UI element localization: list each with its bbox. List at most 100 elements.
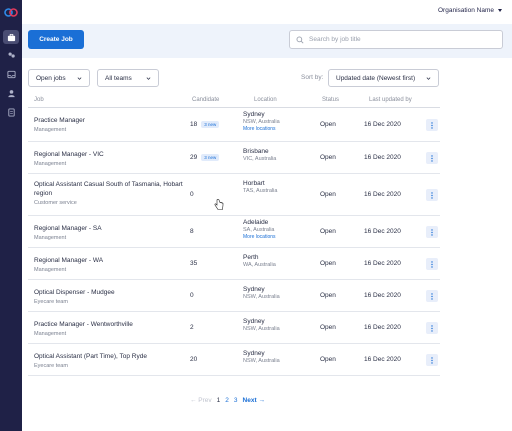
table-row[interactable]: Optical Assistant Casual South of Tasman… xyxy=(28,174,440,216)
pagination: ← Prev 1 2 3 Next → xyxy=(190,397,265,404)
table-row[interactable]: Optical Assistant (Part Time), Top Ryde … xyxy=(28,344,440,376)
job-team: Management xyxy=(34,267,67,273)
candidate-count[interactable]: 2 xyxy=(190,324,194,331)
job-cell: Regional Manager - VIC Management xyxy=(34,150,184,167)
job-title-link[interactable]: Practice Manager xyxy=(34,116,184,125)
candidate-cell: 0 xyxy=(190,191,194,198)
sidebar-item-people[interactable] xyxy=(3,48,19,62)
location-cell: Adelaide SA, Australia More locations xyxy=(243,219,313,240)
status-filter-dropdown[interactable]: Open jobs xyxy=(28,69,90,87)
location-city: Sydney xyxy=(243,286,265,293)
search-box[interactable] xyxy=(289,30,503,49)
row-actions-button[interactable] xyxy=(426,258,438,270)
candidate-count[interactable]: 8 xyxy=(190,228,194,235)
more-locations-link[interactable]: More locations xyxy=(243,234,313,240)
table-row[interactable]: Practice Manager - Wentworthville Manage… xyxy=(28,312,440,344)
row-actions-button[interactable] xyxy=(426,152,438,164)
briefcase-icon xyxy=(7,33,15,41)
job-cell: Optical Assistant (Part Time), Top Ryde … xyxy=(34,352,184,369)
location-cell: Sydney NSW, Australia More locations xyxy=(243,111,313,132)
header-job: Job xyxy=(34,97,44,103)
next-page-link[interactable]: Next → xyxy=(243,397,265,404)
candidate-count[interactable]: 29 xyxy=(190,154,197,161)
row-actions-button[interactable] xyxy=(426,226,438,238)
sort-dropdown[interactable]: Updated date (Newest first) xyxy=(328,69,439,87)
table-row[interactable]: Optical Dispenser - Mudgee Eyecare team … xyxy=(28,280,440,312)
candidate-cell: 35 xyxy=(190,260,197,267)
kebab-menu-icon xyxy=(431,292,433,300)
job-team: Management xyxy=(34,235,67,241)
top-bar: Organisation Name xyxy=(22,0,512,24)
candidate-cell: 18 3 new xyxy=(190,121,220,128)
job-title-link[interactable]: Practice Manager - Wentworthville xyxy=(34,320,184,329)
sidebar-item-profile[interactable] xyxy=(3,86,19,100)
candidate-cell: 2 xyxy=(190,324,194,331)
chevron-down-icon xyxy=(77,76,82,80)
table-row[interactable]: Practice Manager Management 18 3 new Syd… xyxy=(28,108,440,142)
candidate-count[interactable]: 0 xyxy=(190,292,194,299)
candidate-count[interactable]: 18 xyxy=(190,121,197,128)
search-input[interactable] xyxy=(309,36,489,43)
more-locations-link[interactable]: More locations xyxy=(243,126,313,132)
candidate-count[interactable]: 20 xyxy=(190,356,197,363)
sidebar-item-inbox[interactable] xyxy=(3,67,19,81)
header-status: Status xyxy=(322,97,340,103)
row-actions-button[interactable] xyxy=(426,354,438,366)
header-candidate: Candidate xyxy=(192,97,220,103)
page-link-3[interactable]: 3 xyxy=(234,397,238,404)
kebab-menu-icon xyxy=(431,324,433,332)
chevron-down-icon xyxy=(146,76,151,80)
status-text: Open xyxy=(320,191,336,198)
status-text: Open xyxy=(320,356,336,363)
status-text: Open xyxy=(320,121,336,128)
sidebar-item-documents[interactable] xyxy=(3,105,19,119)
job-title-link[interactable]: Regional Manager - SA xyxy=(34,224,184,233)
row-actions-button[interactable] xyxy=(426,189,438,201)
status-text: Open xyxy=(320,324,336,331)
sidebar xyxy=(0,0,22,431)
job-title-link[interactable]: Regional Manager - WA xyxy=(34,256,184,265)
app-logo xyxy=(4,8,18,17)
organisation-menu[interactable]: Organisation Name xyxy=(438,7,502,14)
job-title-link[interactable]: Optical Assistant Casual South of Tasman… xyxy=(34,180,184,198)
table-row[interactable]: Regional Manager - VIC Management 29 3 n… xyxy=(28,142,440,174)
candidate-count[interactable]: 35 xyxy=(190,260,197,267)
table-row[interactable]: Regional Manager - SA Management 8 Adela… xyxy=(28,216,440,248)
last-updated-date: 16 Dec 2020 xyxy=(364,292,401,299)
row-actions-button[interactable] xyxy=(426,119,438,131)
job-team: Management xyxy=(34,161,67,167)
location-city: Sydney xyxy=(243,111,265,118)
candidate-cell: 8 xyxy=(190,228,194,235)
job-title-link[interactable]: Optical Dispenser - Mudgee xyxy=(34,288,184,297)
job-title-link[interactable]: Optical Assistant (Part Time), Top Ryde xyxy=(34,352,184,361)
create-job-button[interactable]: Create Job xyxy=(28,30,84,49)
sidebar-item-jobs[interactable] xyxy=(3,30,19,44)
page-link-2[interactable]: 2 xyxy=(225,397,229,404)
jobs-table: Job Candidate Location Status Last updat… xyxy=(28,94,440,376)
location-city: Adelaide xyxy=(243,219,269,226)
status-text: Open xyxy=(320,292,336,299)
header-location: Location xyxy=(254,97,277,103)
location-state: SA, Australia xyxy=(243,227,275,233)
job-team: Customer service xyxy=(34,200,77,206)
job-title-link[interactable]: Regional Manager - VIC xyxy=(34,150,184,159)
people-icon xyxy=(8,52,15,58)
location-cell: Brisbane VIC, Australia xyxy=(243,148,313,162)
sort-by-label: Sort by: xyxy=(301,74,324,81)
status-filter-value: Open jobs xyxy=(36,74,66,82)
job-team: Management xyxy=(34,127,67,133)
table-row[interactable]: Regional Manager - WA Management 35 Pert… xyxy=(28,248,440,280)
page-link-1[interactable]: 1 xyxy=(217,397,221,404)
kebab-menu-icon xyxy=(431,121,433,129)
last-updated-date: 16 Dec 2020 xyxy=(364,154,401,161)
candidate-count[interactable]: 0 xyxy=(190,191,194,198)
status-text: Open xyxy=(320,154,336,161)
prev-page-link[interactable]: ← Prev xyxy=(190,397,212,404)
job-cell: Regional Manager - SA Management xyxy=(34,224,184,241)
inbox-icon xyxy=(6,70,16,78)
team-filter-dropdown[interactable]: All teams xyxy=(97,69,159,87)
last-updated-date: 16 Dec 2020 xyxy=(364,191,401,198)
row-actions-button[interactable] xyxy=(426,290,438,302)
location-cell: Sydney NSW, Australia xyxy=(243,350,313,364)
row-actions-button[interactable] xyxy=(426,322,438,334)
